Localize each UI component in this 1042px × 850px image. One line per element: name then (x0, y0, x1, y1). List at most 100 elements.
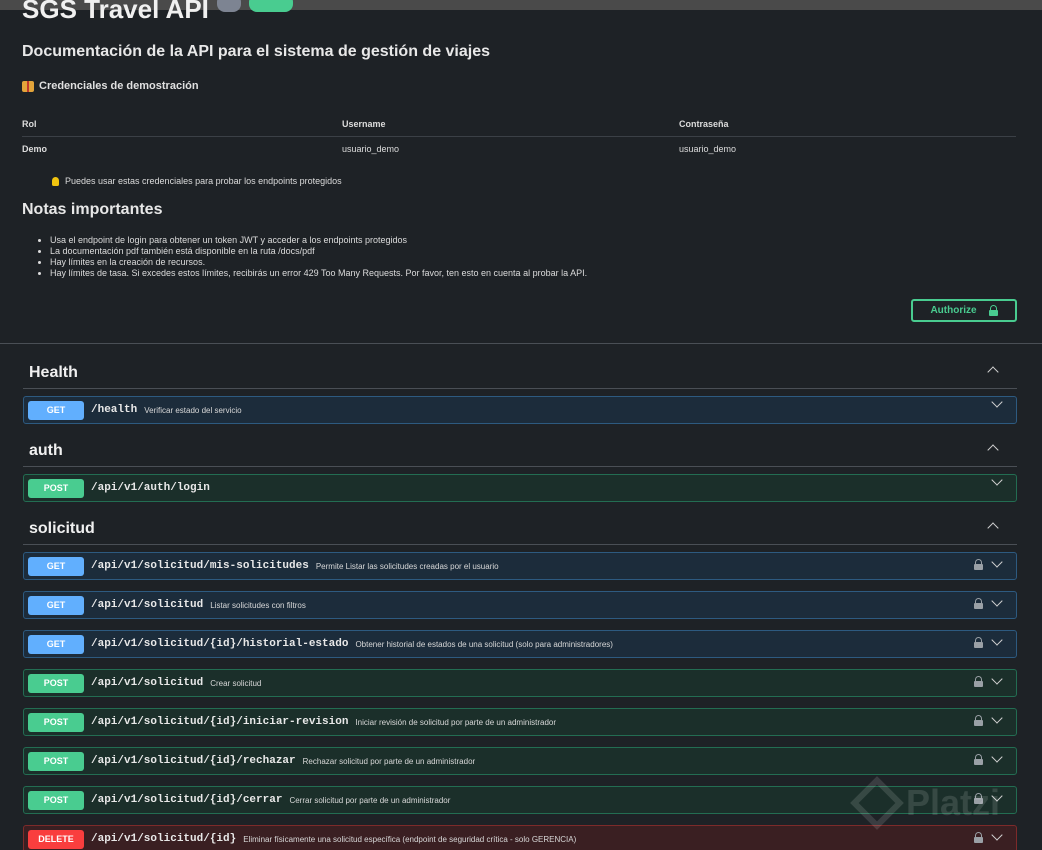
lock-icon[interactable] (974, 676, 983, 687)
method-badge: GET (28, 556, 84, 576)
method-badge: GET (28, 634, 84, 654)
chevron-down-icon[interactable] (991, 556, 1003, 568)
chevron-down-icon[interactable] (991, 790, 1003, 802)
method-badge: POST (28, 751, 84, 771)
authorize-label: Authorize (930, 305, 977, 316)
chevron-down-icon[interactable] (991, 829, 1003, 841)
chevron-down-icon[interactable] (991, 712, 1003, 724)
section-title: solicitud (29, 520, 95, 537)
chevron-up-icon[interactable] (987, 444, 999, 456)
operation-post-rechazar[interactable]: POST /api/v1/solicitud/{id}/rechazar Rec… (23, 747, 1017, 775)
operation-path: /api/v1/solicitud/mis-solicitudes (91, 560, 309, 572)
lock-icon[interactable] (974, 754, 983, 765)
operation-delete-solicitud[interactable]: DELETE /api/v1/solicitud/{id} Eliminar f… (23, 825, 1017, 850)
operation-path: /api/v1/solicitud/{id}/historial-estado (91, 638, 349, 650)
section-health[interactable]: Health (23, 358, 1017, 389)
credentials-heading: Credenciales de demostración (22, 80, 199, 92)
chevron-down-icon[interactable] (991, 396, 1003, 408)
operation-path: /api/v1/solicitud (91, 599, 204, 611)
operation-path: /api/v1/solicitud/{id}/rechazar (91, 755, 296, 767)
operation-controls (974, 673, 1004, 687)
operation-path: /api/v1/solicitud/{id}/iniciar-revision (91, 716, 349, 728)
title-row: SGS Travel API (22, 0, 293, 24)
list-item: Hay límites de tasa. Si excedes estos lí… (50, 268, 587, 279)
operation-get-solicitud[interactable]: GET /api/v1/solicitud Listar solicitudes… (23, 591, 1017, 619)
section-auth[interactable]: auth (23, 436, 1017, 467)
operation-summary: Crear solicitud (210, 678, 262, 688)
chevron-up-icon[interactable] (987, 522, 999, 534)
chevron-down-icon[interactable] (991, 634, 1003, 646)
section-solicitud[interactable]: solicitud (23, 514, 1017, 545)
lock-icon[interactable] (974, 559, 983, 570)
credentials-tip: Puedes usar estas credenciales para prob… (52, 176, 342, 186)
cell-username: usuario_demo (342, 144, 400, 155)
cell-password: usuario_demo (679, 144, 737, 155)
operation-controls (974, 790, 1004, 804)
header-username: Username (342, 112, 679, 137)
operation-controls (974, 712, 1004, 726)
operation-controls (974, 751, 1004, 765)
authorize-button[interactable]: Authorize (911, 299, 1017, 322)
credentials-header-row: Rol Username Contraseña (22, 112, 1016, 137)
method-badge: POST (28, 478, 84, 498)
header-password: Contraseña (679, 112, 1016, 137)
chevron-down-icon[interactable] (991, 474, 1003, 486)
api-description: Documentación de la API para el sistema … (22, 43, 491, 60)
lock-icon[interactable] (974, 832, 983, 843)
method-badge: GET (28, 595, 84, 615)
operation-path: /api/v1/solicitud/{id}/cerrar (91, 794, 283, 806)
lock-icon[interactable] (974, 793, 983, 804)
lock-icon[interactable] (974, 637, 983, 648)
operation-summary: Permite Listar las solicitudes creadas p… (315, 561, 499, 571)
lock-icon[interactable] (974, 598, 983, 609)
operation-get-mis-solicitudes[interactable]: GET /api/v1/solicitud/mis-solicitudes Pe… (23, 552, 1017, 580)
operation-controls (991, 474, 1004, 486)
operation-summary: Eliminar físicamente una solicitud espec… (243, 834, 577, 844)
operation-controls (974, 829, 1004, 843)
method-badge: DELETE (28, 829, 84, 849)
list-item: Hay límites en la creación de recursos. (50, 257, 587, 268)
operation-summary: Listar solicitudes con filtros (210, 600, 306, 610)
oas-badge (248, 0, 293, 12)
method-badge: POST (28, 673, 84, 693)
operation-summary: Cerrar solicitud por parte de un adminis… (289, 795, 451, 805)
operation-get-health[interactable]: GET /health Verificar estado del servici… (23, 396, 1017, 424)
notes-list: Usa el endpoint de login para obtener un… (50, 235, 587, 279)
table-row: Demo usuario_demo usuario_demo (22, 136, 1016, 162)
operation-path: /api/v1/solicitud (91, 677, 204, 689)
operation-controls (974, 556, 1004, 570)
operation-post-login[interactable]: POST /api/v1/auth/login (23, 474, 1017, 502)
cell-rol: Demo (22, 144, 48, 155)
chevron-down-icon[interactable] (991, 751, 1003, 763)
version-badge (216, 0, 241, 12)
chevron-up-icon[interactable] (987, 366, 999, 378)
operation-path: /api/v1/auth/login (91, 482, 210, 494)
header-rol: Rol (22, 112, 342, 137)
api-info: SGS Travel API Documentación de la API p… (0, 0, 1042, 343)
credentials-heading-text: Credenciales de demostración (39, 80, 199, 92)
api-title: SGS Travel API (22, 0, 209, 24)
operation-path: /health (91, 404, 138, 416)
chevron-down-icon[interactable] (991, 673, 1003, 685)
operation-get-historial-estado[interactable]: GET /api/v1/solicitud/{id}/historial-est… (23, 630, 1017, 658)
list-item: Usa el endpoint de login para obtener un… (50, 235, 587, 246)
operation-controls (991, 396, 1004, 408)
operation-summary: Iniciar revisión de solicitud por parte … (355, 717, 556, 727)
method-badge: POST (28, 790, 84, 810)
list-item: La documentación pdf también está dispon… (50, 246, 587, 257)
operation-controls (974, 634, 1004, 648)
chevron-down-icon[interactable] (991, 595, 1003, 607)
operation-summary: Rechazar solicitud por parte de un admin… (302, 756, 476, 766)
notes-title: Notas importantes (22, 201, 163, 218)
tip-text: Puedes usar estas credenciales para prob… (65, 176, 342, 186)
operation-controls (974, 595, 1004, 609)
operation-post-iniciar-revision[interactable]: POST /api/v1/solicitud/{id}/iniciar-revi… (23, 708, 1017, 736)
operation-summary: Obtener historial de estados de una soli… (355, 639, 613, 649)
operation-summary: Verificar estado del servicio (144, 405, 242, 415)
lock-icon[interactable] (974, 715, 983, 726)
section-title: Health (29, 364, 78, 381)
operation-path: /api/v1/solicitud/{id} (91, 833, 237, 845)
operation-post-solicitud[interactable]: POST /api/v1/solicitud Crear solicitud (23, 669, 1017, 697)
operation-post-cerrar[interactable]: POST /api/v1/solicitud/{id}/cerrar Cerra… (23, 786, 1017, 814)
method-badge: POST (28, 712, 84, 732)
